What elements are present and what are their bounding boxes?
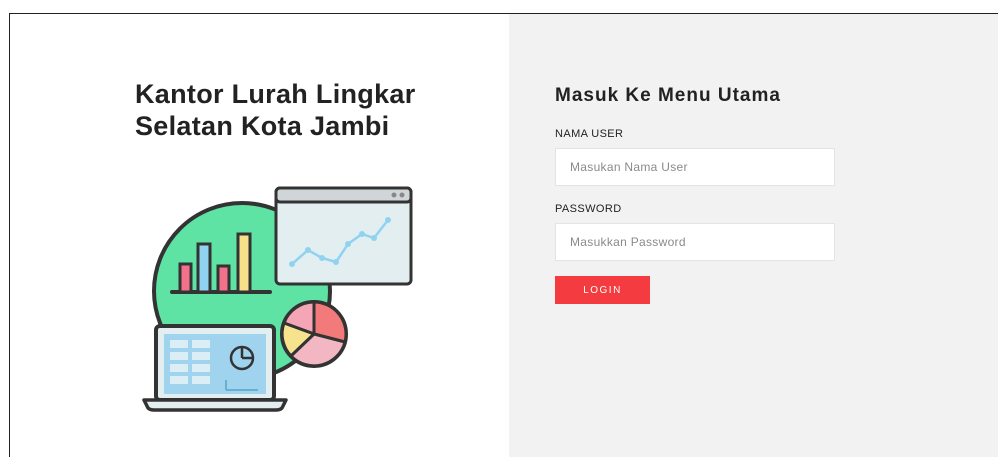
brand-panel: Kantor Lurah Lingkar Selatan Kota Jambi [10,14,509,457]
password-label: PASSWORD [555,203,622,215]
username-label: NAMA USER [555,128,624,140]
login-button[interactable]: LOGIN [555,276,650,304]
login-panel: Masuk Ke Menu Utama NAMA USER PASSWORD L… [509,14,998,457]
password-input[interactable] [555,223,835,261]
login-heading: Masuk Ke Menu Utama [555,85,781,106]
username-input[interactable] [555,148,835,186]
brand-title: Kantor Lurah Lingkar Selatan Kota Jambi [135,79,416,141]
page-frame: Kantor Lurah Lingkar Selatan Kota Jambi [9,13,998,457]
analytics-dashboard-icon [130,184,420,419]
